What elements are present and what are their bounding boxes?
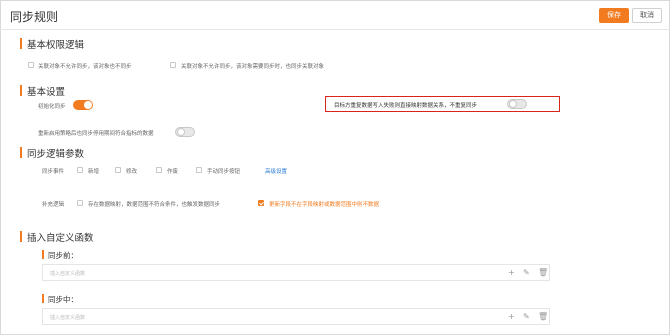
event-add-label: 新增 [88,169,100,175]
event-void-label: 作废 [167,169,179,175]
opt-no-sync-checkbox[interactable] [28,62,34,68]
sub-marker [42,250,44,259]
toggle-knob [177,128,185,136]
init-sync-label: 初始化同步 [38,104,66,110]
sub-marker [42,294,44,303]
opt-no-sync-label: 关联对象不允许同步，该对象也不同步 [38,64,132,70]
section-title: 插入自定义函数 [27,233,94,244]
section-marker [20,38,22,49]
advanced-settings-link[interactable]: 高级设置 [265,167,287,175]
event-manual-label: 手动同步按钮 [207,169,241,175]
plus-icon[interactable]: + [508,312,515,321]
before-function-placeholder: 插入自定义函数 [50,271,86,277]
opt-sync-related-checkbox[interactable] [170,62,176,68]
section-title: 基本设置 [27,87,66,98]
event-manual-checkbox[interactable] [196,167,202,173]
edit-icon[interactable]: ✎ [523,312,530,321]
before-sync-label: 同步前： [48,251,78,260]
save-button[interactable]: 保存 [599,8,629,23]
before-function-input[interactable]: 插入自定义函数 + ✎ 🗑︎ [42,264,550,281]
section-title: 基本权限逻辑 [27,40,85,51]
plus-icon[interactable]: + [508,268,515,277]
during-function-input[interactable]: 插入自定义函数 + ✎ 🗑︎ [42,308,550,325]
resume-sync-label: 重新启用策略后也同步停用期间符合指标的数据 [38,131,154,137]
event-void-checkbox[interactable] [156,167,162,173]
section-title: 同步逻辑参数 [27,149,85,160]
overwrite-label: 目标方重复数据写入失败则直接映射数据关系，不重复同步 [334,103,478,109]
during-function-placeholder: 插入自定义函数 [50,315,86,321]
supp-range-label: 存在数据映射，数据范围不符合条件，也触发数据同步 [88,202,221,208]
page-title: 同步规则 [10,10,59,24]
event-edit-checkbox[interactable] [115,167,121,173]
supp-field-label: 更新字段不在字段映射或数据范围中则不数据 [269,202,380,208]
toggle-knob [84,101,92,109]
section-marker [20,147,22,158]
delete-icon[interactable]: 🗑︎ [538,268,548,277]
section-marker [20,85,22,96]
supplement-label: 补充逻辑 [42,202,65,208]
top-bar: 同步规则 保存 取消 [0,0,670,30]
cancel-button[interactable]: 取消 [632,8,662,23]
event-add-checkbox[interactable] [77,167,83,173]
sync-events-label: 同步事件 [42,169,65,175]
during-sync-label: 同步中： [48,295,78,304]
delete-icon[interactable]: 🗑︎ [538,312,548,321]
init-sync-toggle[interactable] [73,100,93,110]
supp-field-checkbox[interactable] [258,200,264,206]
page-frame [0,0,670,335]
supp-range-checkbox[interactable] [77,200,83,206]
edit-icon[interactable]: ✎ [523,268,530,277]
overwrite-toggle[interactable] [507,99,527,109]
event-edit-label: 修改 [126,169,138,175]
opt-sync-related-label: 关联对象不允许同步，该对象需要同步时，也同步关联对象 [181,64,325,70]
section-marker [20,231,22,242]
resume-sync-toggle[interactable] [175,127,195,137]
toggle-knob [509,100,517,108]
